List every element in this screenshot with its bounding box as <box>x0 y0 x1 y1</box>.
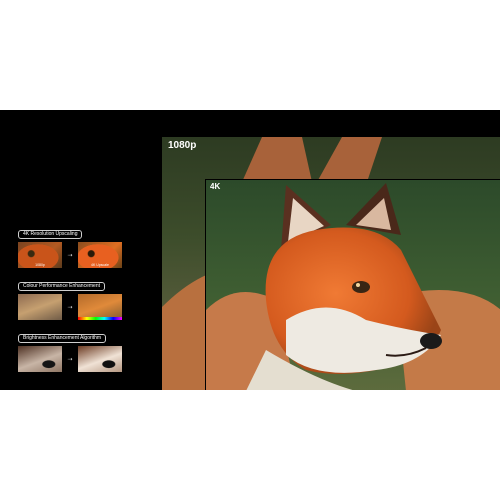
feature-upscaling: 4K Resolution Upscaling 1080p ⇢ 4K Upsca… <box>18 222 122 268</box>
arrow-right-icon: ⇢ <box>67 252 73 259</box>
thumbnail-before: 1080p <box>18 242 62 268</box>
comparison-row: ⇢ <box>18 294 122 320</box>
thumbnail-caption: 4K Upscale <box>91 263 109 267</box>
thumbnail-after <box>78 294 122 320</box>
feature-label: Colour Performance Enhancement <box>18 282 105 291</box>
fox-illustration-4k <box>206 183 500 390</box>
comparison-row: ⇢ <box>18 346 122 372</box>
feature-list: 4K Resolution Upscaling 1080p ⇢ 4K Upsca… <box>18 222 122 378</box>
image-4k <box>205 179 500 390</box>
feature-colour: Colour Performance Enhancement ⇢ <box>18 274 122 320</box>
resolution-label-1080p: 1080p <box>168 140 197 151</box>
colour-spectrum-bar <box>78 317 122 320</box>
thumbnail-before <box>18 294 62 320</box>
arrow-right-icon: ⇢ <box>67 304 73 311</box>
thumbnail-after <box>78 346 122 372</box>
arrow-right-icon: ⇢ <box>67 356 73 363</box>
feature-label: Brightness Enhancement Algorithm <box>18 334 107 343</box>
feature-brightness: Brightness Enhancement Algorithm ⇢ <box>18 326 122 372</box>
feature-label: 4K Resolution Upscaling <box>18 230 83 239</box>
thumbnail-caption: 1080p <box>35 263 45 267</box>
thumbnail-after: 4K Upscale <box>78 242 122 268</box>
product-banner: 4K Resolution Upscaling 1080p ⇢ 4K Upsca… <box>0 110 500 390</box>
resolution-label-4k: 4K <box>210 182 221 191</box>
thumbnail-before <box>18 346 62 372</box>
comparison-row: 1080p ⇢ 4K Upscale <box>18 242 122 268</box>
